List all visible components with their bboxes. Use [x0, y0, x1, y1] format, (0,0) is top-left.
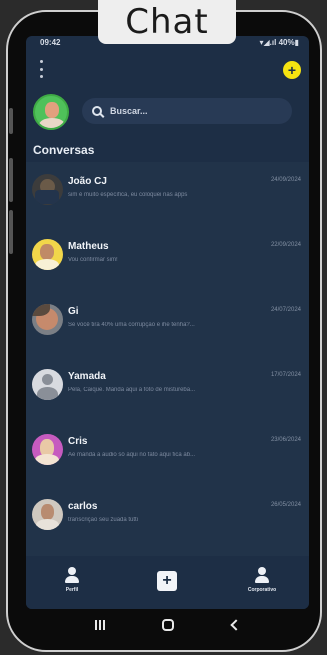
contact-avatar	[32, 174, 63, 205]
contact-avatar	[32, 499, 63, 530]
chat-item[interactable]: Cris 23/06/2024 Ae manda a audio só aqui…	[26, 422, 309, 484]
phone-volume-up	[9, 158, 13, 202]
chat-item[interactable]: carlos 26/05/2024 transcrição seu zuada …	[26, 487, 309, 549]
recents-icon[interactable]	[94, 620, 105, 630]
contact-name: Gi	[68, 306, 79, 317]
nav-profile[interactable]: Perfil	[42, 567, 102, 593]
phone-side-button	[9, 108, 13, 134]
chat-date: 24/07/2024	[270, 307, 301, 313]
status-time: 09:42	[40, 38, 61, 47]
contact-name: Matheus	[68, 241, 109, 252]
chat-item[interactable]: Gi 24/07/2024 Se você tira 40% uma corru…	[26, 292, 309, 354]
chat-preview: transcrição seu zuada tútti	[68, 517, 139, 523]
contact-name: Yamada	[68, 371, 106, 382]
chat-preview: Pela, Caique. Manda aqui a foto de mistu…	[68, 387, 196, 393]
search-bar[interactable]	[82, 98, 292, 124]
chat-list: João CJ 24/09/2024 sim é muito específic…	[26, 162, 309, 556]
home-icon[interactable]	[162, 619, 175, 631]
chat-date: 24/09/2024	[270, 177, 301, 183]
chat-preview: Se você tira 40% uma corrupção e ihe ten…	[68, 322, 195, 328]
contact-avatar	[32, 304, 63, 335]
chat-date: 23/06/2024	[270, 437, 301, 443]
kebab-menu-icon[interactable]	[38, 60, 44, 78]
search-input[interactable]	[110, 106, 270, 116]
bottom-nav: Perfil + Corporativo	[26, 557, 309, 609]
app-screen: 09:42 ▾◢.ıl 40%▮ + Conversas João CJ 24/…	[26, 36, 309, 609]
contact-avatar	[32, 369, 63, 400]
top-bar: +	[26, 56, 309, 88]
chat-date: 22/09/2024	[270, 242, 301, 248]
caption-title: Chat	[98, 0, 236, 44]
profile-search-row	[26, 94, 309, 134]
contact-name: Cris	[68, 436, 88, 447]
nav-label: Perfil	[65, 587, 79, 593]
chat-item[interactable]: Yamada 17/07/2024 Pela, Caique. Manda aq…	[26, 357, 309, 419]
system-nav-bar	[26, 609, 309, 641]
user-avatar[interactable]	[33, 94, 69, 130]
contact-avatar	[32, 239, 63, 270]
chat-preview: Vou confirmar sim!	[68, 257, 118, 263]
back-icon[interactable]	[230, 619, 242, 631]
person-icon	[255, 567, 269, 583]
contact-name: carlos	[68, 501, 98, 512]
nav-label: Corporativo	[247, 587, 277, 593]
nav-corporate[interactable]: Corporativo	[232, 567, 292, 593]
person-icon	[65, 567, 79, 583]
chat-item[interactable]: Matheus 22/09/2024 Vou confirmar sim!	[26, 227, 309, 289]
chat-preview: Ae manda a audio só aqui no fato aqui fi…	[68, 452, 196, 458]
status-indicators: ▾◢.ıl 40%▮	[259, 38, 299, 47]
new-chat-button[interactable]: +	[283, 61, 301, 79]
stage: Chat 09:42 ▾◢.ıl 40%▮ + Conversas João C…	[0, 0, 327, 655]
nav-add-button[interactable]: +	[157, 571, 177, 591]
chat-preview: sim é muito específica, eu coloquei nas …	[68, 192, 188, 198]
section-title: Conversas	[33, 143, 95, 157]
contact-name: João CJ	[68, 176, 107, 187]
chat-date: 17/07/2024	[270, 372, 301, 378]
chat-date: 26/05/2024	[270, 502, 301, 508]
phone-volume-down	[9, 210, 13, 254]
search-icon	[92, 106, 102, 116]
contact-avatar	[32, 434, 63, 465]
chat-item[interactable]: João CJ 24/09/2024 sim é muito específic…	[26, 162, 309, 224]
